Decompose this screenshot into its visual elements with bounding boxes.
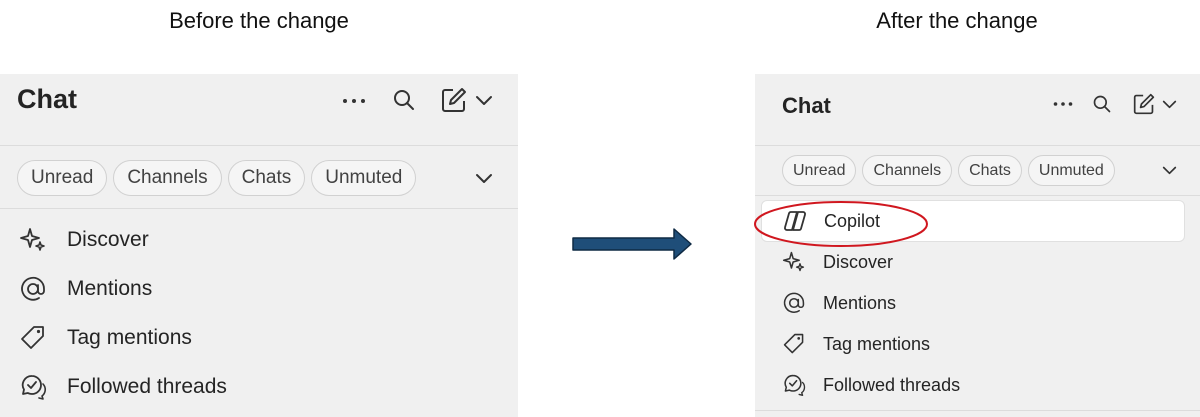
followed-threads-icon <box>18 372 48 402</box>
chat-title: Chat <box>782 93 831 118</box>
filter-bar: Unread Channels Chats Unmuted <box>782 155 1121 186</box>
new-chat-button[interactable] <box>438 84 470 116</box>
filters-expand-button[interactable] <box>1157 160 1181 180</box>
list-item-label: Tag mentions <box>823 333 931 354</box>
new-chat-dropdown-button[interactable] <box>1158 93 1180 115</box>
list-item-label: Mentions <box>823 292 897 313</box>
filters-expand-button[interactable] <box>470 166 498 190</box>
more-icon <box>1053 102 1073 106</box>
new-chat-button[interactable] <box>1130 90 1158 118</box>
filter-bar: Unread Channels Chats Unmuted <box>17 160 422 196</box>
list-item-copilot[interactable]: Copilot <box>761 200 1185 242</box>
chevron-down-icon <box>476 96 492 105</box>
list-item-label: Discover <box>823 251 894 272</box>
list-item-label: Followed threads <box>67 375 227 398</box>
caption-before: Before the change <box>169 8 349 33</box>
filter-chats[interactable]: Chats <box>227 160 306 196</box>
filter-channels[interactable]: Channels <box>862 155 953 186</box>
filter-unread[interactable]: Unread <box>782 155 857 186</box>
list-item-mentions[interactable]: Mentions <box>755 283 1200 323</box>
list-item-tag-mentions[interactable]: Tag mentions <box>0 314 518 362</box>
list-item-discover[interactable]: Discover <box>755 242 1200 282</box>
copilot-icon <box>782 208 808 234</box>
filter-unmuted[interactable]: Unmuted <box>1027 155 1115 186</box>
search-button[interactable] <box>1088 90 1116 118</box>
sparkle-icon <box>781 249 807 275</box>
sparkle-icon <box>18 225 48 255</box>
chevron-down-icon <box>1162 100 1176 109</box>
list-item-label: Tag mentions <box>67 326 192 349</box>
filter-divider <box>0 208 518 209</box>
list-item-tag-mentions[interactable]: Tag mentions <box>755 324 1200 364</box>
compose-icon <box>1133 93 1155 115</box>
list-item-label: Followed threads <box>823 374 961 395</box>
chat-title: Chat <box>17 84 77 114</box>
chevron-down-icon <box>476 174 492 183</box>
list-bottom-divider <box>755 410 1200 411</box>
caption-after: After the change <box>876 8 1038 33</box>
tag-icon <box>781 331 807 357</box>
more-options-button[interactable] <box>338 88 370 114</box>
at-icon <box>781 290 807 316</box>
search-icon <box>394 90 414 110</box>
search-icon <box>1093 95 1111 113</box>
more-icon <box>343 99 365 103</box>
list-item-discover[interactable]: Discover <box>0 216 518 264</box>
list-item-followed-threads[interactable]: Followed threads <box>0 363 518 411</box>
header-divider <box>0 145 518 146</box>
chat-panel-after: Chat Unread Channels Chats Unmuted Copil… <box>755 74 1200 417</box>
tag-icon <box>18 323 48 353</box>
new-chat-dropdown-button[interactable] <box>472 88 496 112</box>
filter-divider <box>755 195 1200 196</box>
followed-threads-icon <box>781 372 807 398</box>
more-options-button[interactable] <box>1049 92 1077 116</box>
compose-icon <box>442 88 466 112</box>
list-item-mentions[interactable]: Mentions <box>0 265 518 313</box>
search-button[interactable] <box>388 84 420 116</box>
transition-arrow <box>572 228 692 260</box>
list-item-followed-threads[interactable]: Followed threads <box>755 365 1200 405</box>
list-item-label: Discover <box>67 228 149 251</box>
filter-channels[interactable]: Channels <box>113 160 222 196</box>
header-divider <box>755 145 1200 146</box>
filter-unmuted[interactable]: Unmuted <box>311 160 417 196</box>
filter-unread[interactable]: Unread <box>17 160 108 196</box>
list-item-label: Mentions <box>67 277 153 300</box>
chat-panel-before: Chat Unread Channels Chats Unmuted Disco… <box>0 74 518 417</box>
chevron-down-icon <box>1162 166 1176 175</box>
list-item-label: Copilot <box>824 210 881 231</box>
filter-chats[interactable]: Chats <box>958 155 1022 186</box>
at-icon <box>18 274 48 304</box>
